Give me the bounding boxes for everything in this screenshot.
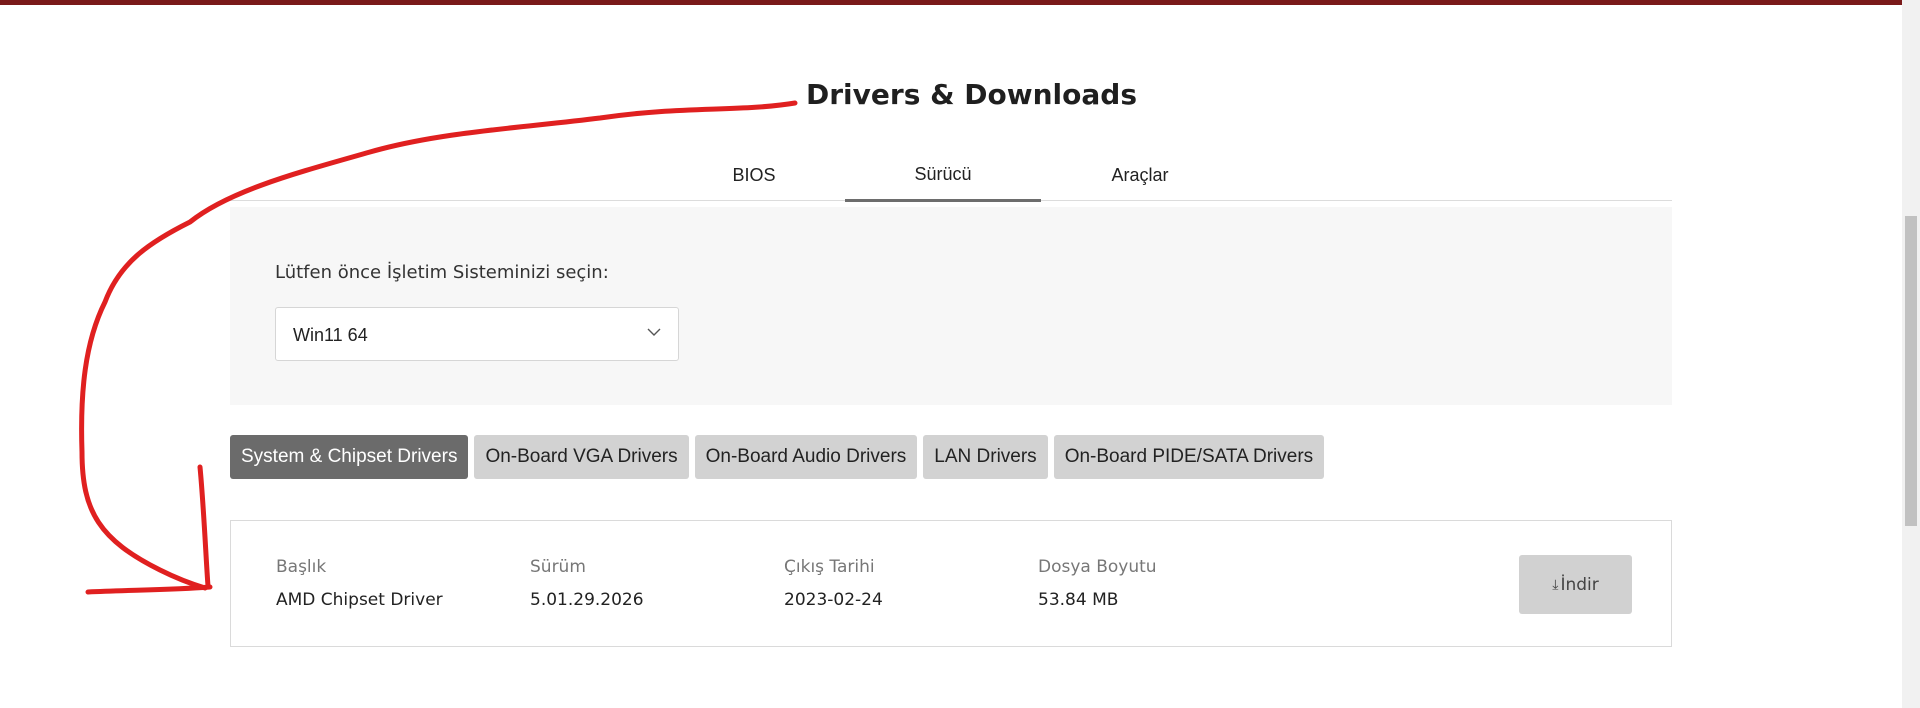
page: Drivers & Downloads BIOS Sürücü Araçlar … <box>0 0 1920 708</box>
category-system-chipset[interactable]: System & Chipset Drivers <box>230 435 469 479</box>
driver-category-tabs: System & Chipset Drivers On-Board VGA Dr… <box>230 435 1325 479</box>
tab-bar: BIOS Sürücü Araçlar <box>230 150 1672 202</box>
vertical-scrollbar[interactable] <box>1902 0 1920 708</box>
driver-title: AMD Chipset Driver <box>276 590 443 610</box>
driver-version-column: Sürüm 5.01.29.2026 <box>530 557 644 610</box>
os-select-label: Lütfen önce İşletim Sisteminizi seçin: <box>275 262 609 283</box>
chevron-down-icon <box>647 328 661 336</box>
driver-release-date: 2023-02-24 <box>784 590 883 610</box>
category-pide-sata[interactable]: On-Board PIDE/SATA Drivers <box>1053 435 1325 479</box>
title-header: Başlık <box>276 557 327 577</box>
tab-bios[interactable]: BIOS <box>656 150 852 200</box>
download-button[interactable]: ⤓ İndir <box>1519 555 1632 614</box>
page-title: Drivers & Downloads <box>806 78 1137 111</box>
category-audio[interactable]: On-Board Audio Drivers <box>694 435 918 479</box>
category-vga[interactable]: On-Board VGA Drivers <box>474 435 689 479</box>
os-selection-panel: Lütfen önce İşletim Sisteminizi seçin: W… <box>230 207 1672 405</box>
driver-title-column: Başlık AMD Chipset Driver <box>276 557 443 610</box>
tab-surucu[interactable]: Sürücü <box>845 150 1041 202</box>
release-date-header: Çıkış Tarihi <box>784 557 875 577</box>
tab-araclar[interactable]: Araçlar <box>1042 150 1238 200</box>
driver-file-size: 53.84 MB <box>1038 590 1119 610</box>
driver-date-column: Çıkış Tarihi 2023-02-24 <box>784 557 883 610</box>
top-accent-bar <box>0 0 1920 5</box>
driver-version: 5.01.29.2026 <box>530 590 644 610</box>
os-select-dropdown[interactable]: Win11 64 <box>275 307 679 361</box>
category-lan[interactable]: LAN Drivers <box>923 435 1048 479</box>
version-header: Sürüm <box>530 557 586 577</box>
download-arrow-icon: ⤓ <box>1552 576 1559 593</box>
driver-card: Başlık AMD Chipset Driver Sürüm 5.01.29.… <box>230 520 1672 647</box>
download-label: İndir <box>1560 574 1599 595</box>
driver-size-column: Dosya Boyutu 53.84 MB <box>1038 557 1157 610</box>
file-size-header: Dosya Boyutu <box>1038 557 1157 577</box>
os-select-value: Win11 64 <box>293 325 368 345</box>
scrollbar-thumb[interactable] <box>1905 216 1917 526</box>
